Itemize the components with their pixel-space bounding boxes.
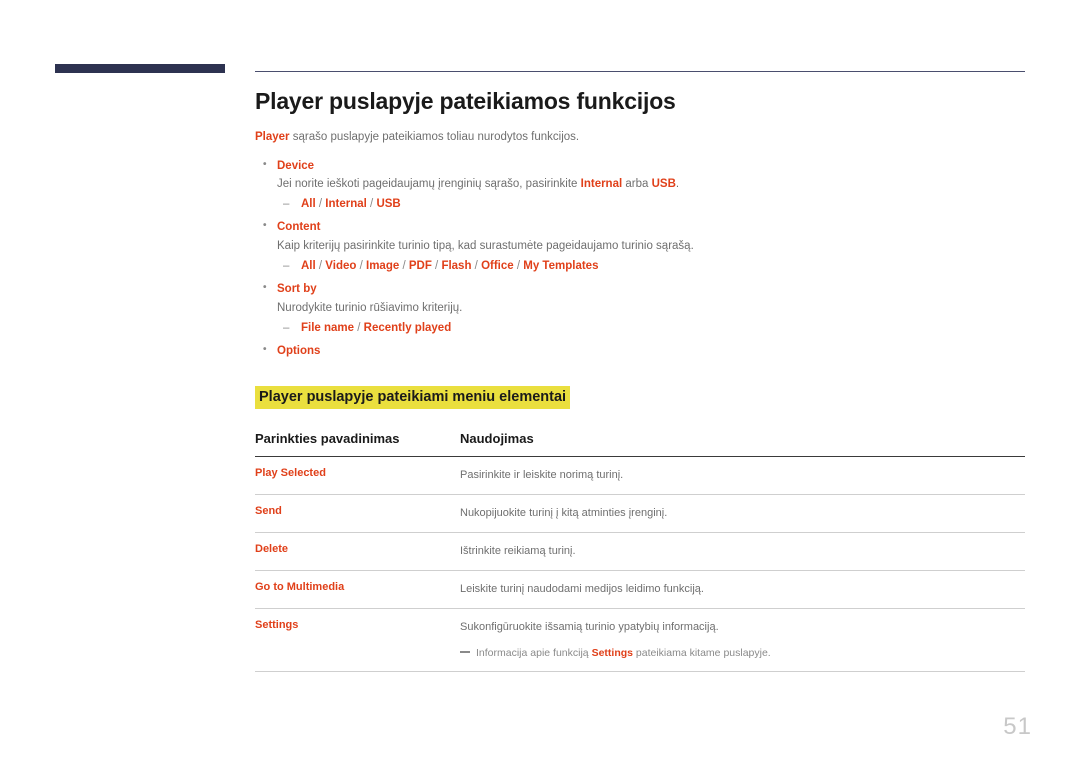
sub-option: All: [301, 198, 316, 211]
option-usage-settings: Sukonfigūruokite išsamią turinio ypatybi…: [460, 608, 1025, 673]
option-usage-go-to-multimedia: Leiskite turinį naudodami medijos leidim…: [460, 570, 1025, 609]
sub-options-sort-by: File name / Recently played: [255, 318, 1025, 340]
header-divider-rule: [255, 71, 1025, 72]
note-text-pre: Informacija apie funkciją: [476, 647, 592, 660]
sub-option: Video: [325, 259, 357, 272]
list-item: Content Kaip kriterijų pasirinkite turin…: [255, 217, 1025, 277]
option-name-send: Send: [255, 494, 460, 533]
page-header-decoration: [0, 0, 1080, 90]
sub-option: Flash: [441, 259, 472, 272]
sub-options-content: All / Video / Image / PDF / Flash / Offi…: [255, 256, 1025, 278]
list-item: Options: [255, 341, 1025, 362]
desc-text-mid: arba: [622, 178, 652, 191]
bullet-description-content: Kaip kriterijų pasirinkite turinio tipą,…: [277, 240, 694, 253]
menu-items-table: Parinkties pavadinimas Naudojimas Play S…: [255, 430, 1025, 673]
sub-option: Image: [366, 259, 400, 272]
bullet-label-sort-by: Sort by: [255, 279, 1025, 300]
option-usage-delete: Ištrinkite reikiamą turinį.: [460, 532, 1025, 571]
table-header-usage: Naudojimas: [460, 430, 1025, 457]
table-row: Play Selected Pasirinkite ir leiskite no…: [255, 456, 1025, 495]
navy-accent-bar: [55, 64, 225, 73]
bullet-label-device: Device: [255, 156, 1025, 177]
sub-option: All: [301, 259, 316, 272]
sub-option: USB: [376, 198, 401, 211]
page-title: Player puslapyje pateikiamos funkcijos: [255, 88, 676, 114]
sub-option: File name: [301, 321, 355, 334]
bullet-label-options: Options: [255, 341, 1025, 362]
table-row: Delete Ištrinkite reikiamą turinį.: [255, 532, 1025, 571]
desc-text-pre: Jei norite ieškoti pageidaujamų įrengini…: [277, 178, 581, 191]
sub-option: PDF: [408, 259, 432, 272]
page-number: 51: [1003, 713, 1032, 740]
table-row: Send Nukopijuokite turinį į kitą atminti…: [255, 494, 1025, 533]
sub-option: Recently played: [363, 321, 452, 334]
sub-option: My Templates: [523, 259, 599, 272]
list-item: Sort by Nurodykite turinio rūšiavimo kri…: [255, 279, 1025, 339]
intro-accent-term: Player: [255, 131, 290, 143]
option-note-settings: Informacija apie funkciją Settings patei…: [460, 645, 1025, 661]
note-text-post: pateikiama kitame puslapyje.: [632, 647, 771, 660]
list-item: Device Jei norite ieškoti pageidaujamų į…: [255, 156, 1025, 216]
option-name-go-to-multimedia: Go to Multimedia: [255, 570, 460, 609]
bullet-description-device: Jei norite ieškoti pageidaujamų įrengini…: [255, 176, 1025, 194]
sub-option: Office: [481, 259, 514, 272]
note-accent-settings: Settings: [591, 647, 633, 660]
section-subheading: Player puslapyje pateikiami meniu elemen…: [255, 385, 571, 409]
option-name-play-selected: Play Selected: [255, 456, 460, 495]
intro-paragraph: Player sąrašo puslapyje pateikiamos toli…: [255, 129, 1025, 146]
bullet-description-sort-by: Nurodykite turinio rūšiavimo kriterijų.: [277, 301, 463, 314]
desc-text-post: .: [675, 178, 680, 191]
table-row: Settings Sukonfigūruokite išsamią turini…: [255, 608, 1025, 673]
table-header-row: Parinkties pavadinimas Naudojimas: [255, 430, 1025, 457]
page-content: Player puslapyje pateikiamos funkcijos P…: [255, 88, 1025, 673]
feature-bullet-list: Device Jei norite ieškoti pageidaujamų į…: [255, 156, 1025, 362]
desc-accent-internal: Internal: [580, 178, 623, 191]
option-name-settings: Settings: [255, 608, 460, 673]
option-name-delete: Delete: [255, 532, 460, 571]
sub-options-device: All / Internal / USB: [255, 194, 1025, 216]
sub-option: Internal: [325, 198, 367, 211]
desc-accent-usb: USB: [651, 178, 676, 191]
intro-rest-text: sąrašo puslapyje pateikiamos toliau nuro…: [289, 131, 580, 143]
bullet-label-content: Content: [255, 217, 1025, 238]
option-usage-play-selected: Pasirinkite ir leiskite norimą turinį.: [460, 456, 1025, 495]
table-row: Go to Multimedia Leiskite turinį naudoda…: [255, 570, 1025, 609]
option-usage-send: Nukopijuokite turinį į kitą atminties įr…: [460, 494, 1025, 533]
table-header-option-name: Parinkties pavadinimas: [255, 430, 460, 457]
usage-text-settings: Sukonfigūruokite išsamią turinio ypatybi…: [460, 620, 719, 633]
